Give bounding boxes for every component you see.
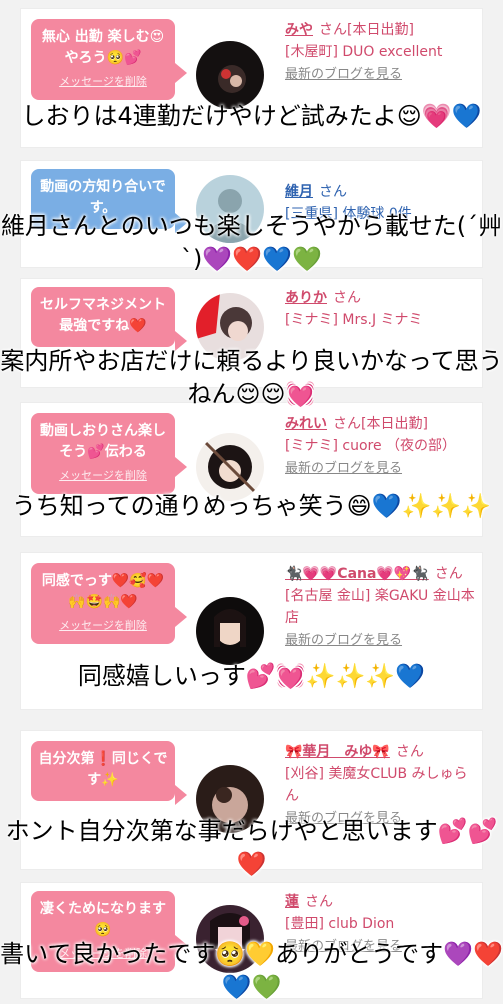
blog-link[interactable]: 最新のブログを見る <box>285 461 402 476</box>
shop-name: [刈谷] 美魔女CLUB みしゅらん <box>285 766 468 804</box>
message-bubble: セルフマネジメント最強ですね❤️ <box>31 287 187 351</box>
message-bubble: 自分次第❗️同じくです✨ <box>31 741 187 805</box>
delete-message-link[interactable]: メッセージを削除 <box>37 71 169 92</box>
cast-name-link[interactable]: みや <box>285 22 313 38</box>
shop-name: [ミナミ] cuore （夜の部） <box>285 438 457 454</box>
san-label: さん <box>333 290 361 306</box>
cast-info: みや さん[本日出勤] [木屋町] DUO excellent 最新のブログを見る <box>285 19 475 86</box>
message-text: 同感でっす❤️🥰❤️🙌🤩🙌❤️ <box>41 573 165 610</box>
caption-overlay: 同感嬉しいっす💕💓✨✨✨💙 <box>77 662 426 690</box>
blog-link[interactable]: 最新のブログを見る <box>285 633 402 648</box>
caption-overlay: 案内所やお店だけに頼るより良いかなって思うねん😌😌💓 <box>0 347 503 408</box>
shop-name: [名古屋 金山] 楽GAKU 金山本店 <box>285 588 475 626</box>
avatar[interactable] <box>196 597 264 665</box>
message-text: 凄くためになります🥺 <box>40 901 166 938</box>
delete-message-link[interactable]: メッセージを削除 <box>37 615 169 636</box>
message-text: セルフマネジメント最強ですね❤️ <box>40 297 166 334</box>
san-label: さん <box>434 566 463 582</box>
cast-name-link[interactable]: ありか <box>285 290 327 306</box>
caption-overlay: 書いて良かったです🥺💛ありがとうです💜❤️💙💚 <box>0 940 503 1001</box>
shop-name: [ミナミ] Mrs.J ミナミ <box>285 312 423 328</box>
cast-name-link[interactable]: 維月 <box>285 184 313 200</box>
message-text: 自分次第❗️同じくです✨ <box>38 751 168 788</box>
san-label: さん[本日出勤] <box>333 416 428 432</box>
san-label: さん <box>319 184 347 200</box>
cast-info: 🐈‍⬛💗💗Cana💗💖🐈‍⬛ さん [名古屋 金山] 楽GAKU 金山本店 最新の… <box>285 563 475 652</box>
caption-overlay: しおりは4連勤だけやけど試みたよ😌💗💙 <box>21 102 482 130</box>
san-label: さん <box>305 894 333 910</box>
caption-overlay: うち知っての通りめっちゃ笑う😄💙✨✨✨ <box>11 492 492 520</box>
message-bubble: 無心 出勤 楽しむ😍やろう🥺💕 メッセージを削除 <box>31 19 187 100</box>
cast-name-link[interactable]: 🎀華月 みゆ🎀 <box>285 744 390 760</box>
san-label: さん[本日出勤] <box>319 22 414 38</box>
cast-info: みれい さん[本日出勤] [ミナミ] cuore （夜の部） 最新のブログを見る <box>285 413 475 480</box>
cast-name-link[interactable]: みれい <box>285 416 327 432</box>
delete-message-link[interactable]: メッセージを削除 <box>37 465 169 486</box>
caption-overlay: 維月さんとのいつも楽しそうやから載せた(´艸`)💜❤️💙💚 <box>0 212 503 273</box>
shop-name: [木屋町] DUO excellent <box>285 44 443 60</box>
cast-name-link[interactable]: 🐈‍⬛💗💗Cana💗💖🐈‍⬛ <box>285 566 429 582</box>
message-text: 無心 出勤 楽しむ😍やろう🥺💕 <box>41 29 165 66</box>
message-text: 動画しおりさん楽しそう💕伝わる <box>40 423 166 460</box>
san-label: さん <box>395 744 424 760</box>
message-bubble: 同感でっす❤️🥰❤️🙌🤩🙌❤️ メッセージを削除 <box>31 563 187 644</box>
cast-info: ありか さん [ミナミ] Mrs.J ミナミ <box>285 287 475 331</box>
blog-link[interactable]: 最新のブログを見る <box>285 67 402 82</box>
cast-name-link[interactable]: 蓮 <box>285 894 299 910</box>
message-bubble: 動画しおりさん楽しそう💕伝わる メッセージを削除 <box>31 413 187 494</box>
shop-name: [豊田] club Dion <box>285 916 395 932</box>
avatar[interactable] <box>196 41 264 109</box>
caption-overlay: ホント自分次第な事だらけやと思います💕💕❤️ <box>5 817 498 878</box>
